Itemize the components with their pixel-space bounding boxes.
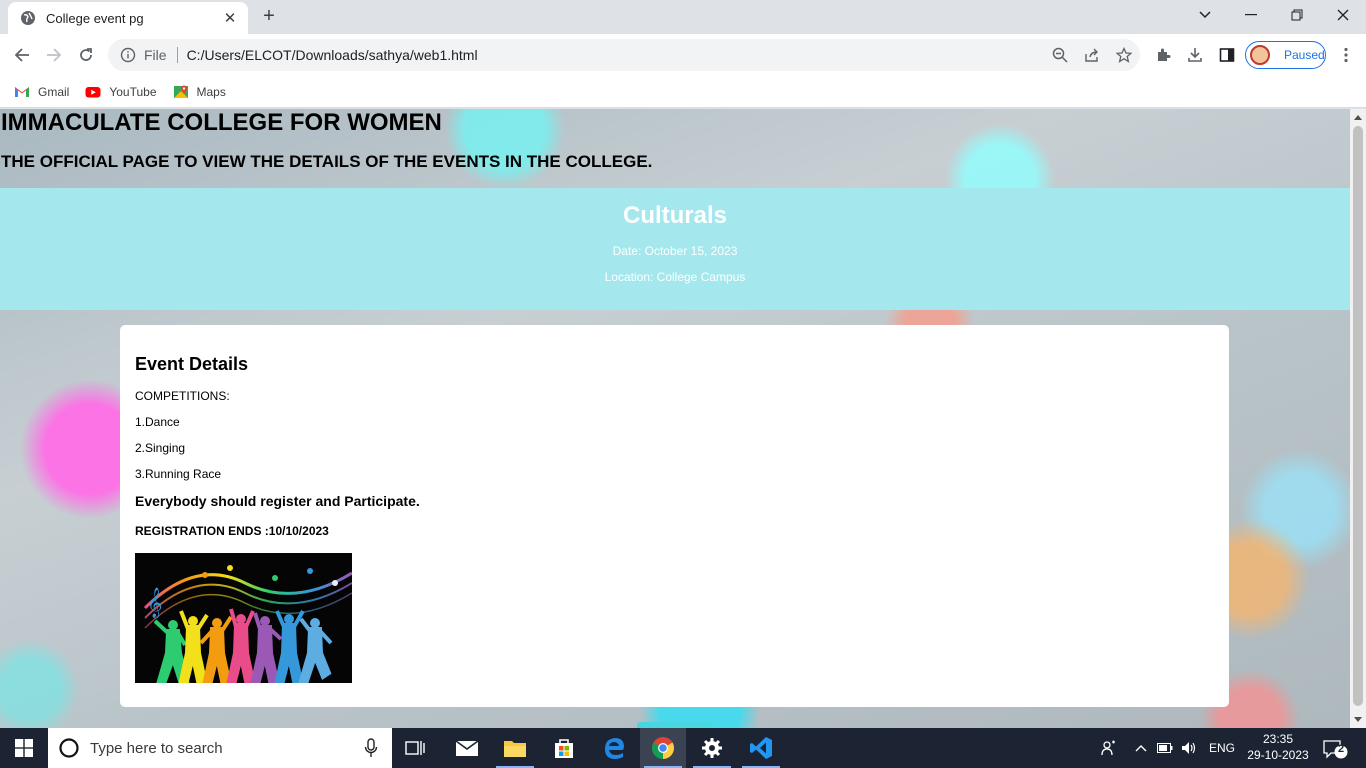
vscode-app-button[interactable] [738,728,784,768]
chevron-up-icon[interactable] [1135,744,1147,752]
event-location: Location: College Campus [604,270,746,284]
edge-app-button[interactable] [591,728,637,768]
volume-icon[interactable] [1181,741,1197,755]
start-button[interactable] [0,728,48,768]
extensions-icon[interactable] [1151,43,1175,67]
file-explorer-button[interactable] [492,728,538,768]
gmail-icon [15,86,29,97]
restore-button[interactable] [1274,0,1320,30]
svg-text:𝄞: 𝄞 [147,587,162,619]
event-image: 𝄞 [135,553,352,683]
browser-toolbar: File C:/Users/ELCOT/Downloads/sathya/web… [0,34,1366,76]
event-date: Date: October 15, 2023 [612,244,738,258]
store-app-button[interactable] [541,728,587,768]
tab-search-icon[interactable] [1182,0,1228,30]
profile-button[interactable]: Paused [1245,41,1326,69]
competitions-label: COMPETITIONS: [135,389,230,403]
bookmark-maps[interactable]: Maps [173,84,226,100]
chrome-icon [652,737,674,759]
bookmark-gmail[interactable]: Gmail [14,84,69,100]
address-scheme-label: File [144,47,167,63]
share-icon[interactable] [1076,39,1108,71]
folder-icon [504,741,526,757]
back-arrow-icon [14,48,29,62]
store-icon [555,739,573,758]
clock-date: 29-10-2023 [1247,748,1309,762]
event-details-heading: Event Details [135,354,249,374]
download-icon[interactable] [1183,43,1207,67]
settings-app-button[interactable] [689,728,735,768]
search-icon [59,738,79,758]
info-icon[interactable] [120,47,136,63]
taskbar-search-box[interactable]: Type here to search [48,728,392,768]
search-placeholder: Type here to search [90,739,223,757]
minimize-button[interactable] [1228,0,1274,30]
competition-item: 2.Singing [135,441,186,455]
task-view-button[interactable] [392,728,438,768]
close-tab-icon[interactable]: ✕ [222,9,238,27]
mail-app-button[interactable] [444,728,490,768]
event-banner: Culturals Date: October 15, 2023 Locatio… [0,188,1350,310]
address-bar[interactable]: File C:/Users/ELCOT/Downloads/sathya/web… [108,39,1140,71]
back-button[interactable] [10,43,34,67]
url-text[interactable]: C:/Users/ELCOT/Downloads/sathya/web1.htm… [187,47,1044,63]
globe-icon [21,11,35,25]
bookmarks-bar: Gmail YouTube Maps [0,76,1366,108]
microphone-icon[interactable] [364,738,378,758]
notification-count: 2 [1338,743,1345,755]
competition-item: 3.Running Race [135,467,222,481]
competition-item: 1.Dance [135,415,180,429]
mail-icon [455,740,479,756]
register-call-to-action: Everybody should register and Participat… [135,493,420,509]
reload-button[interactable] [74,43,98,67]
avatar [1250,45,1270,65]
zoom-icon[interactable] [1044,39,1076,71]
page-viewport: IMMACULATE COLLEGE FOR WOMEN THE OFFICIA… [0,109,1350,728]
notification-center-button[interactable]: 2 [1322,738,1348,760]
scroll-up-icon[interactable] [1354,115,1362,120]
vscode-icon [750,737,772,759]
chrome-app-button[interactable] [640,728,686,768]
dancing-silhouettes-image: 𝄞 [135,553,352,683]
battery-icon[interactable] [1157,743,1173,753]
page-title: IMMACULATE COLLEGE FOR WOMEN [1,109,442,136]
edge-icon [605,738,624,759]
tab-title: College event pg [46,10,144,26]
event-banner-heading: Culturals [622,202,727,229]
reload-icon [80,48,92,61]
bookmark-youtube[interactable]: YouTube [85,84,157,100]
close-window-button[interactable] [1320,0,1366,30]
bookmark-label: YouTube [109,84,157,99]
clock-time: 23:35 [1262,732,1294,746]
bookmark-label: Maps [196,84,226,99]
bookmark-label: Gmail [38,84,70,99]
youtube-icon [85,86,101,97]
scroll-down-icon[interactable] [1354,717,1362,722]
address-separator [176,47,178,63]
windows-logo-icon [15,739,33,757]
scrollbar-thumb[interactable] [1353,126,1363,706]
profile-status: Paused [1284,48,1325,62]
task-view-icon [405,741,425,755]
people-icon[interactable] [1101,740,1117,756]
windows-taskbar: Type here to search ENG 23:35 29-10-2023… [0,728,1366,768]
gear-icon [702,738,722,758]
tab-strip: College event pg ✕ + [0,0,1366,34]
maps-icon [173,85,188,98]
page-scrollbar[interactable] [1350,109,1366,728]
side-panel-icon[interactable] [1215,43,1239,67]
new-tab-button[interactable]: + [258,6,280,28]
language-indicator[interactable]: ENG [1209,741,1235,755]
forward-arrow-icon [47,48,62,62]
bookmark-star-icon[interactable] [1108,39,1140,71]
registration-deadline: REGISTRATION ENDS :10/10/2023 [135,524,329,538]
system-clock[interactable]: 23:35 29-10-2023 [1240,731,1316,763]
browser-tab[interactable]: College event pg ✕ [8,2,248,34]
menu-icon[interactable] [1334,43,1358,67]
forward-button[interactable] [42,43,66,67]
event-details-card: Event Details COMPETITIONS: 1.Dance 2.Si… [120,325,1229,707]
system-tray: ENG [1101,728,1235,768]
page-subtitle: THE OFFICIAL PAGE TO VIEW THE DETAILS OF… [1,152,653,171]
